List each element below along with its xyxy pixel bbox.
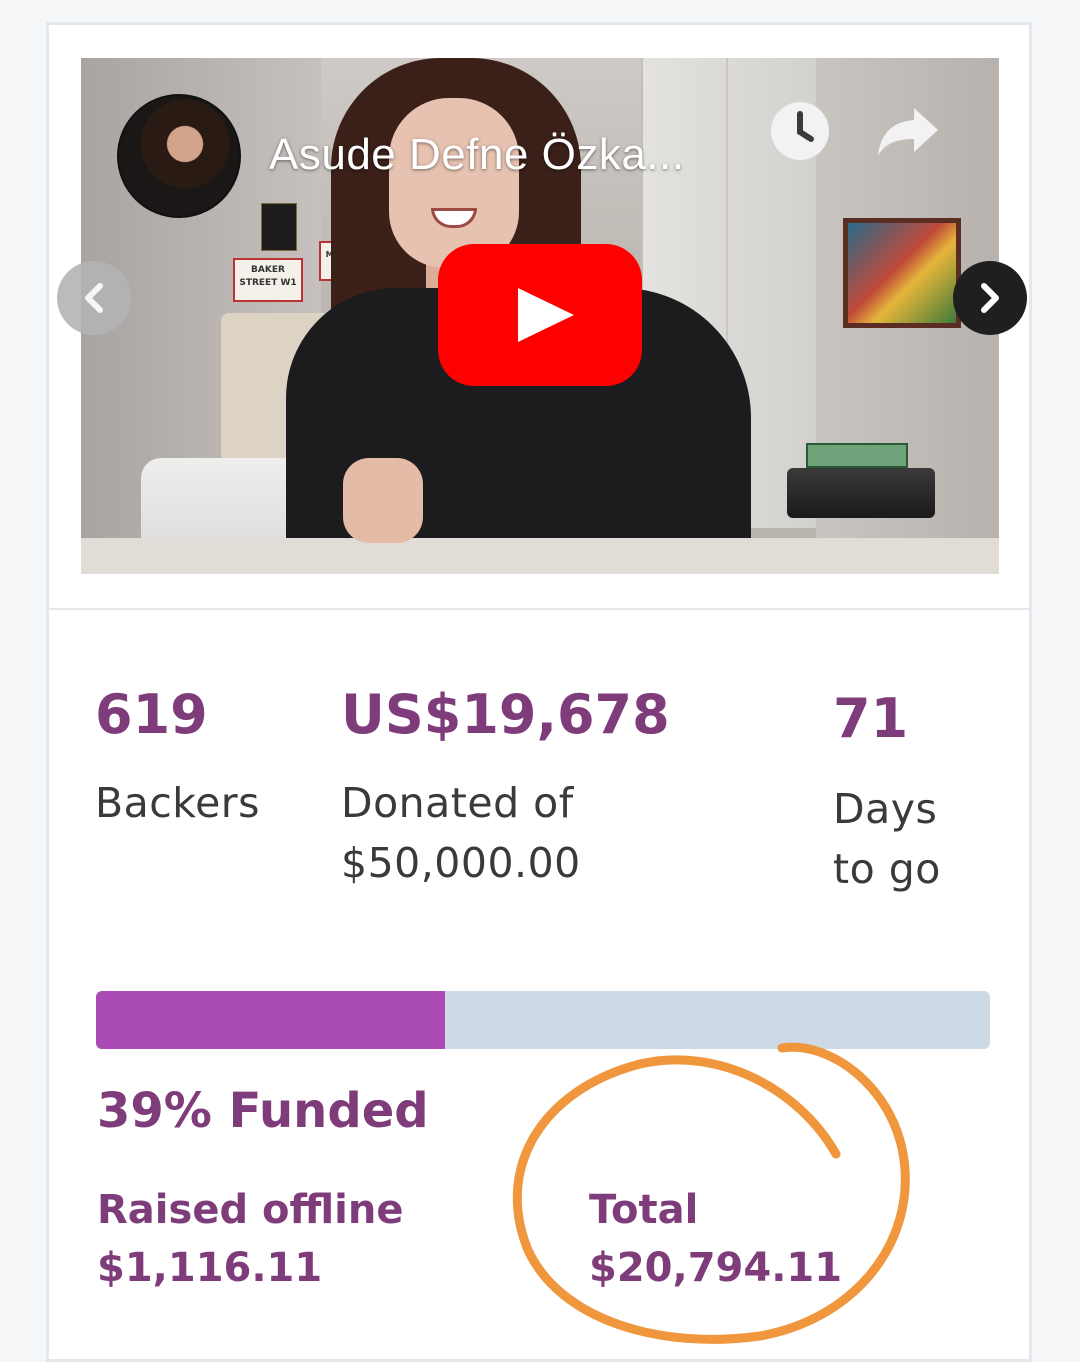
video-frame-table (81, 538, 999, 574)
carousel-prev-button[interactable] (57, 261, 131, 335)
backers-label: Backers (95, 779, 261, 827)
chevron-right-icon (981, 283, 999, 313)
video-section: BAKER STREET W1 MIND THE GAP Asude Defne… (49, 25, 1029, 610)
video-frame-poster (261, 203, 297, 251)
chevron-left-icon (85, 283, 103, 313)
channel-avatar[interactable] (117, 94, 241, 218)
days-to-go-label: to go (833, 845, 941, 893)
donated-goal: $50,000.00 (341, 839, 581, 887)
campaign-card: BAKER STREET W1 MIND THE GAP Asude Defne… (46, 22, 1032, 1362)
progress-bar-fill (96, 991, 445, 1049)
clock-icon[interactable] (769, 100, 831, 162)
donated-label: Donated of (341, 779, 574, 827)
raised-offline-label: Raised offline (97, 1187, 404, 1233)
raised-offline-value: $1,116.11 (97, 1245, 323, 1291)
video-frame-turntable (787, 468, 935, 518)
video-title[interactable]: Asude Defne Özka... (269, 130, 685, 180)
carousel-next-button[interactable] (953, 261, 1027, 335)
days-count: 71 (833, 687, 909, 750)
video-frame-book (806, 443, 908, 468)
video-player[interactable]: BAKER STREET W1 MIND THE GAP Asude Defne… (81, 58, 999, 574)
total-value: $20,794.11 (589, 1245, 843, 1291)
video-frame-painting (843, 218, 961, 328)
days-label: Days (833, 785, 938, 833)
total-label: Total (589, 1187, 699, 1233)
donated-amount: US$19,678 (341, 683, 670, 746)
funded-percent: 39% Funded (97, 1083, 429, 1139)
video-frame-face (389, 98, 519, 268)
video-frame-street-sign: BAKER STREET W1 (233, 258, 303, 302)
share-icon[interactable] (876, 104, 940, 160)
progress-bar (96, 991, 990, 1049)
page-top-strip (0, 0, 1080, 20)
video-frame-hands (343, 458, 423, 543)
backers-count: 619 (95, 683, 208, 746)
play-icon[interactable] (438, 244, 642, 386)
